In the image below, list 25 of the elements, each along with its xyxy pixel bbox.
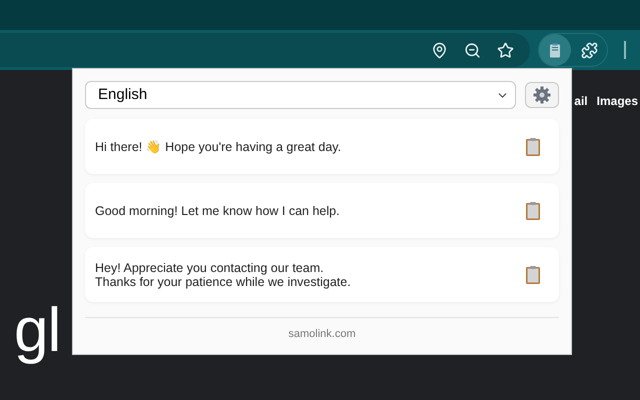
clipboard-icon — [525, 264, 541, 284]
logo-text: gl — [14, 300, 60, 362]
message-card[interactable]: Hey! Appreciate you contacting our team. Thanks for your patience while we investigate. — [85, 247, 559, 302]
gmail-link[interactable]: ail — [574, 92, 588, 110]
message-text: Hey! Appreciate you contacting our team. Thanks for your patience while we investigate. — [95, 260, 351, 288]
message-card[interactable]: Hi there! 👋 Hope you're having a great day. — [85, 119, 559, 174]
copy-button[interactable] — [525, 200, 541, 220]
message-text: Hi there! 👋 Hope you're having a great day. — [95, 140, 342, 154]
copy-button[interactable] — [525, 264, 541, 284]
message-text: Good morning! Let me know how I can help. — [95, 204, 340, 218]
language-select[interactable]: English — [85, 81, 516, 109]
footer-link[interactable]: samolink.com — [288, 326, 356, 342]
location-pin-icon[interactable] — [431, 42, 448, 58]
clipboard-icon — [525, 136, 541, 156]
settings-button[interactable] — [525, 82, 559, 108]
clipboard-icon — [549, 42, 561, 58]
zoom-out-icon[interactable] — [464, 42, 481, 58]
copy-button[interactable] — [525, 136, 541, 156]
images-link[interactable]: Images — [596, 92, 638, 110]
clipboard-icon — [525, 200, 541, 220]
gear-icon — [533, 86, 551, 104]
star-icon[interactable] — [497, 42, 514, 58]
message-card[interactable]: Good morning! Let me know how I can help. — [85, 183, 559, 238]
extension-button[interactable] — [539, 34, 571, 66]
puzzle-icon[interactable] — [581, 42, 598, 58]
